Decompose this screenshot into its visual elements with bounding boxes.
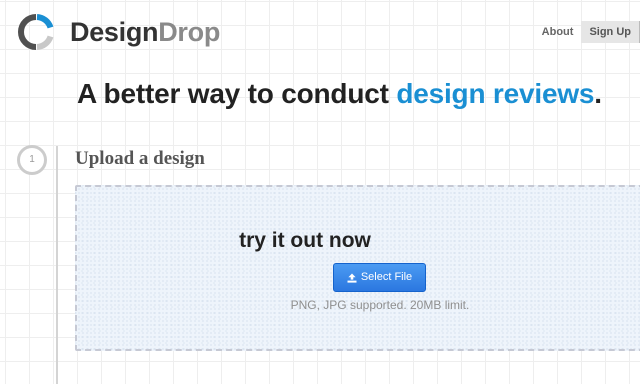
headline-text: A better way to conduct	[77, 78, 397, 109]
select-file-button[interactable]: Select File	[333, 263, 426, 292]
brand-name-strong: Design	[70, 17, 159, 47]
step-title: Upload a design	[75, 148, 205, 169]
dropzone-title: try it out now	[239, 229, 371, 252]
step-number-badge: 1	[17, 145, 47, 175]
brand-name-light: Drop	[158, 17, 221, 47]
file-type-note: PNG, JPG supported. 20MB limit.	[290, 298, 470, 312]
headline-accent: design reviews	[396, 78, 595, 109]
select-file-label: Select File	[360, 271, 413, 283]
upload-icon	[347, 273, 357, 283]
top-nav: About Sign Up	[534, 21, 640, 43]
nav-about-link[interactable]: About	[534, 21, 582, 43]
nav-signup-link[interactable]: Sign Up	[581, 21, 640, 43]
designdrop-logo-icon	[18, 14, 54, 50]
logo[interactable]: DesignDrop	[16, 12, 220, 52]
page-headline: A better way to conduct design reviews.	[77, 76, 602, 112]
brand-name: DesignDrop	[70, 12, 220, 52]
headline-end: .	[594, 78, 602, 109]
step-timeline	[56, 146, 58, 384]
